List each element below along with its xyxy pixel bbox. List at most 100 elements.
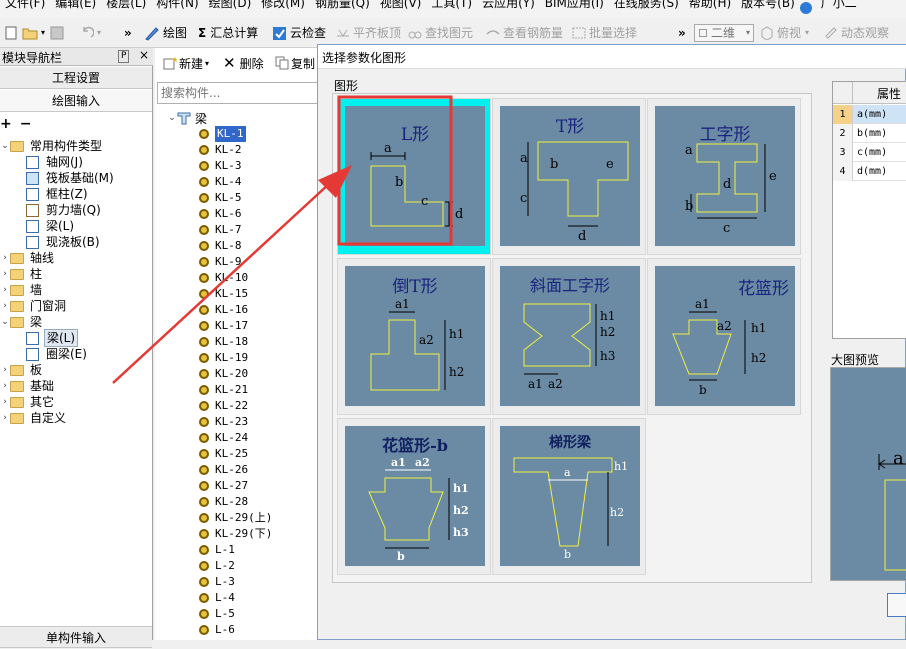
tree-item-1[interactable]: 轴网(J) [26,154,85,170]
expand-icon[interactable]: › [0,266,10,282]
tree-item-6[interactable]: 现浇板(B) [26,234,102,250]
tree-folder-16[interactable]: › 其它 [0,394,56,410]
find-element-button[interactable]: 查找图元 [408,23,473,43]
project-settings-button[interactable]: 工程设置 [0,67,152,89]
component-list-item[interactable]: KL-17 [199,318,248,334]
draw-button[interactable]: 绘图 [144,23,187,43]
property-row[interactable]: 1 a(mm) [833,105,906,124]
menu-item[interactable]: 编辑(E) [50,0,101,10]
component-tree-root[interactable]: ⌄ 梁 [167,110,207,126]
flat-board-button[interactable]: 平齐板顶 [336,23,401,43]
menu-item[interactable]: 在线服务(S) [609,0,684,10]
dynamic-observe-button[interactable]: 动态观察 [824,23,889,43]
component-list-item[interactable]: KL-24 [199,430,248,446]
component-list-item[interactable]: KL-16 [199,302,248,318]
property-row[interactable]: 3 c(mm) [833,143,906,162]
copy-component-button[interactable]: 复制 [275,54,315,72]
pin-icon[interactable]: P [118,50,130,63]
collapse-icon[interactable]: ⌄ [0,314,10,330]
shape-cell-l[interactable]: L形 a b c d [337,98,491,255]
close-icon[interactable]: × [139,48,149,62]
shape-cell-basket-b[interactable]: 花篮形-b a1 a2 h1 h2 h3 b [337,418,491,575]
shape-cell-t[interactable]: T形 a b c d e [492,98,646,255]
property-row[interactable]: 2 b(mm) [833,124,906,143]
expand-icon[interactable]: › [0,298,10,314]
menu-item[interactable]: 工具(T) [426,0,477,10]
menu-item[interactable]: 广小二 [816,0,862,10]
component-list-item[interactable]: KL-27 [199,478,248,494]
component-list-item[interactable]: KL-10 [199,270,248,286]
tree-folder-14[interactable]: › 板 [0,362,44,378]
component-list-item[interactable]: KL-9 [199,254,242,270]
component-list-item[interactable]: KL-4 [199,174,242,190]
menu-item[interactable]: 楼层(L) [101,0,151,10]
tree-item-4[interactable]: 剪力墙(Q) [26,202,103,218]
shape-cell-i[interactable]: 工字形 a b c d e [647,98,801,255]
menu-item[interactable]: 视图(V) [375,0,427,10]
component-list-item[interactable]: KL-25 [199,446,248,462]
tree-folder-7[interactable]: › 轴线 [0,250,56,266]
component-list-item[interactable]: KL-18 [199,334,248,350]
tree-folder-15[interactable]: › 基础 [0,378,56,394]
drawing-input-button[interactable]: 绘图输入 [0,90,152,112]
shape-cell-sloped-i[interactable]: 斜面工字形 h1 h2 h3 a1 a2 [492,258,646,415]
tree-item-12[interactable]: 梁(L) [26,329,79,347]
cloud-check-button[interactable]: 云检查 [272,23,326,43]
expand-icon[interactable]: › [0,282,10,298]
shape-cell-inverted-t[interactable]: 倒T形 a1 a2 h1 h2 [337,258,491,415]
component-list-item[interactable]: KL-8 [199,238,242,254]
tree-folder-0[interactable]: ⌄ 常用构件类型 [0,138,104,154]
component-list-item[interactable]: KL-28 [199,494,248,510]
component-list-item[interactable]: KL-15 [199,286,248,302]
save-icon[interactable] [50,23,67,43]
expand-all-icon[interactable]: + [0,116,12,132]
view-mode-select[interactable]: 二维 ▾ [694,24,754,42]
expand-icon[interactable]: › [0,394,10,410]
component-list-item[interactable]: L-2 [199,558,235,574]
component-list-item[interactable]: KL-19 [199,350,248,366]
component-list-item[interactable]: L-6 [199,622,235,638]
open-file-icon[interactable]: ▾ [22,23,45,43]
menu-item[interactable]: 绘图(D) [204,0,257,10]
component-list-item[interactable]: KL-29(上) [199,510,272,526]
component-list-item[interactable]: KL-22 [199,398,248,414]
component-list-item[interactable]: KL-2 [199,142,242,158]
component-list-item[interactable]: KL-21 [199,382,248,398]
new-component-button[interactable]: 新建 ▾ [163,54,209,72]
property-row[interactable]: 4 d(mm) [833,162,906,181]
collapse-icon[interactable]: ⌄ [0,138,10,154]
component-list-item[interactable]: KL-23 [199,414,248,430]
tree-folder-17[interactable]: › 自定义 [0,410,68,426]
tree-folder-11[interactable]: ⌄ 梁 [0,314,44,330]
search-component-input[interactable] [157,82,327,104]
tree-item-3[interactable]: 框柱(Z) [26,186,90,202]
component-list-item[interactable]: KL-20 [199,366,248,382]
menu-item[interactable]: 版本号(B) [736,0,800,10]
single-component-input-button[interactable]: 单构件输入 [0,626,152,648]
component-list-item[interactable]: KL-7 [199,222,242,238]
component-list-item[interactable]: L-3 [199,574,235,590]
tree-item-2[interactable]: 筏板基础(M) [26,170,116,186]
toolbar-overflow-2[interactable]: » [678,23,686,43]
top-view-button[interactable]: 俯视 ▾ [760,23,809,43]
component-list-item[interactable]: KL-5 [199,190,242,206]
tree-folder-8[interactable]: › 柱 [0,266,44,282]
menu-item[interactable]: 云应用(Y) [477,0,540,10]
tree-folder-9[interactable]: › 墙 [0,282,44,298]
batch-select-button[interactable]: 批量选择 [572,23,637,43]
summary-calc-button[interactable]: Σ 汇总计算 [198,23,258,43]
menu-item[interactable]: 文件(F) [0,0,50,10]
component-list-item[interactable]: KL-1 [199,126,246,142]
tree-item-5[interactable]: 梁(L) [26,218,76,234]
component-list-item[interactable]: L-1 [199,542,235,558]
expand-icon[interactable]: › [0,410,10,426]
delete-component-button[interactable]: ✕ 删除 [223,54,264,72]
view-rebar-button[interactable]: 查看钢筋量 [486,23,563,43]
expand-icon[interactable]: ⌄ [167,113,177,123]
ok-button[interactable] [887,593,906,617]
toolbar-overflow[interactable]: » [124,23,132,43]
menu-item[interactable]: 构件(N) [151,0,203,10]
collapse-all-icon[interactable]: − [20,116,32,132]
new-file-icon[interactable] [4,23,21,43]
tree-item-13[interactable]: 圈梁(E) [26,346,89,362]
